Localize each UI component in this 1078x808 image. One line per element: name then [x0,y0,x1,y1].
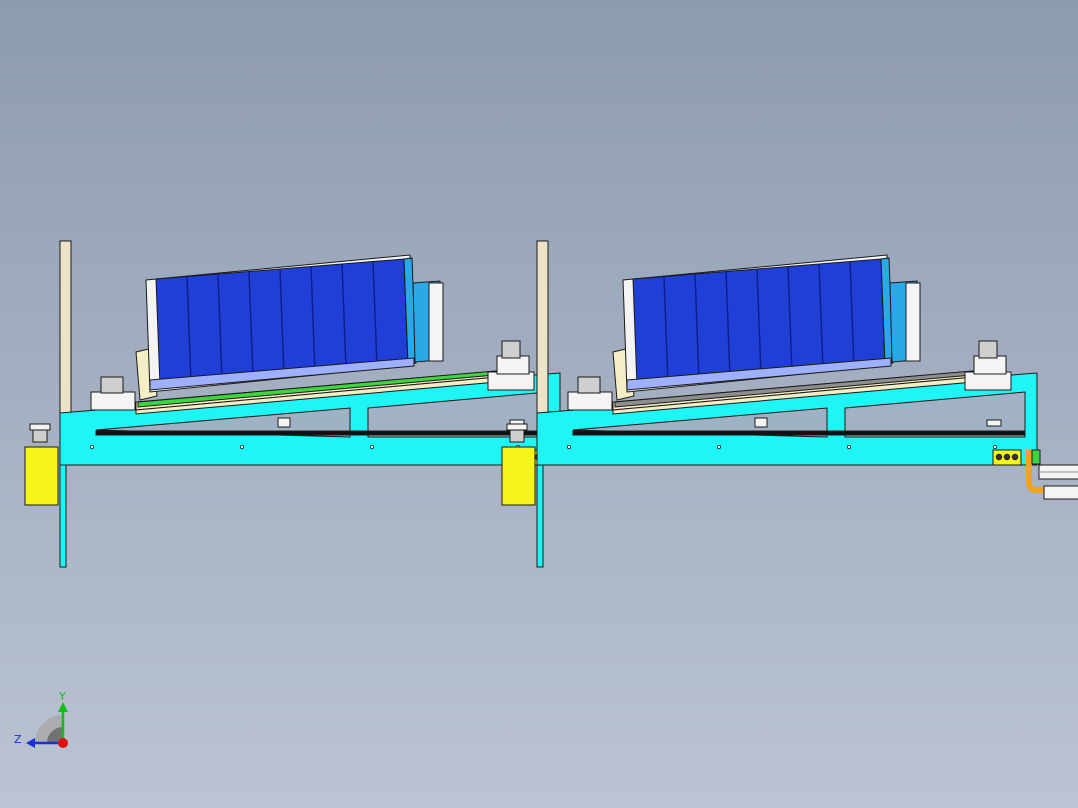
frame-rivet [993,444,998,449]
bracket-right-base [487,371,535,391]
triad-y-label: Y [58,690,66,703]
motor-knob-cap [506,423,528,431]
terminal-screw [1011,453,1019,461]
bracket-left [567,391,613,411]
triad-x-origin [58,738,68,748]
bracket-right-clamp [501,340,521,359]
bracket-right [496,355,530,375]
frame-rivet [717,444,722,449]
foot-left [1043,485,1078,500]
frame-rivet [369,444,374,449]
terminal-screw [1003,453,1011,461]
vertical-post [59,240,72,416]
triad-z-label: Z [14,733,22,746]
vertical-post [536,240,549,416]
bracket-left-clamp [100,376,124,394]
bracket-right-base [964,371,1012,391]
frame-slot [572,430,1026,436]
side-panel-frame [905,282,921,362]
bracket-left [90,391,136,411]
frame-rivet [90,444,95,449]
bracket-left-clamp [577,376,601,394]
frame-rivet [847,444,852,449]
frame-rivet [567,444,572,449]
end-tab-left [1031,449,1041,465]
bracket-right-clamp [978,340,998,359]
bracket-right [973,355,1007,375]
assembly-scene[interactable]: Y Z [0,0,1078,808]
slot-stop [986,419,1002,427]
cad-viewport[interactable]: Y Z [0,0,1078,808]
motor-box [501,446,536,506]
frame-slot [95,430,549,436]
motor-knob-cap [29,423,51,431]
slot-carriage [754,417,768,428]
slot-carriage [277,417,291,428]
motor-box [24,446,59,506]
side-panel-frame [428,282,444,362]
frame-rivet [239,444,244,449]
terminal-screw [995,453,1003,461]
